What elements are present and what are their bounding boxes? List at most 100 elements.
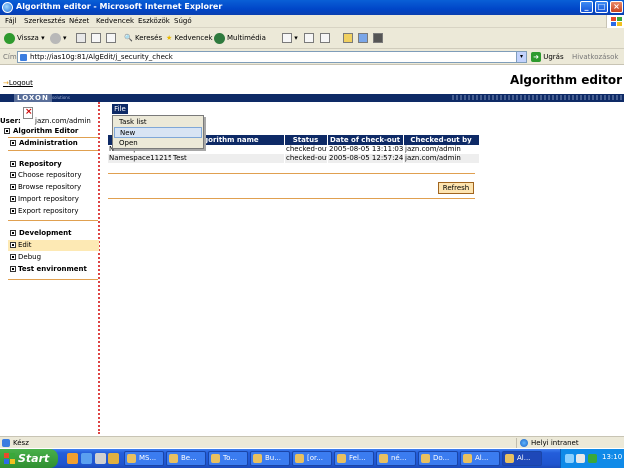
collapse-icon xyxy=(10,161,16,167)
sidebar-item-choose-repository[interactable]: Choose repository xyxy=(8,170,99,181)
forward-arrow-icon xyxy=(50,32,61,44)
search-button[interactable]: 🔍 Keresés xyxy=(124,31,162,46)
stop-button[interactable] xyxy=(76,31,86,46)
tray-network-icon[interactable] xyxy=(565,454,574,463)
maximize-button[interactable]: □ xyxy=(595,1,608,13)
history-button[interactable]: ▾ xyxy=(282,31,298,46)
refresh-page-button[interactable] xyxy=(91,31,101,46)
close-button[interactable]: × xyxy=(610,1,623,13)
mail-button[interactable] xyxy=(304,31,314,46)
quicklaunch-icon[interactable] xyxy=(108,453,119,464)
taskbar-item-active[interactable]: Al... xyxy=(502,451,542,466)
print-button[interactable] xyxy=(320,31,330,46)
sidebar-item-export-repository[interactable]: Export repository xyxy=(8,206,99,217)
sidebar-section-repository[interactable]: Repository xyxy=(10,160,62,168)
go-button[interactable]: ➜ Ugrás xyxy=(531,52,564,62)
menu-file[interactable]: Fájl xyxy=(5,17,17,25)
home-icon xyxy=(106,33,116,43)
menu-view[interactable]: Nézet xyxy=(69,17,89,25)
sidebar-section-development[interactable]: Development xyxy=(10,229,71,237)
menu-item-new[interactable]: New xyxy=(114,127,202,138)
column-divider xyxy=(284,135,285,163)
user-value: jazn.com/admin xyxy=(35,117,91,125)
menu-item-open[interactable]: Open xyxy=(114,138,202,149)
title-bar: Algorithm editor - Microsoft Internet Ex… xyxy=(0,0,624,15)
separator xyxy=(8,279,98,280)
taskbar-item[interactable]: né... xyxy=(376,451,416,466)
go-arrow-icon: ➜ xyxy=(531,52,541,62)
quicklaunch-ie-icon[interactable] xyxy=(81,453,92,464)
taskbar-item[interactable]: To... xyxy=(208,451,248,466)
brand-stripe xyxy=(452,95,622,100)
stop-icon xyxy=(76,33,86,43)
item-bullet-icon xyxy=(10,172,16,178)
back-button[interactable]: Vissza ▾ xyxy=(4,31,45,46)
sidebar-item-test-environment[interactable]: Test environment xyxy=(8,264,99,275)
tray-volume-icon[interactable] xyxy=(576,454,585,463)
item-bullet-icon xyxy=(10,184,16,190)
media-icon xyxy=(214,32,225,44)
taskbar-item[interactable]: MS... xyxy=(124,451,164,466)
address-input[interactable]: http://ias10g:81/AlgEdit/j_security_chec… xyxy=(17,51,527,63)
window-title: Algorithm editor - Microsoft Internet Ex… xyxy=(16,2,223,11)
start-button[interactable]: Start xyxy=(0,449,58,468)
sidebar-item-edit[interactable]: Edit xyxy=(8,240,99,251)
app-section-header[interactable]: Algorithm Editor xyxy=(4,127,78,135)
sidebar: User: jazn.com/admin Algorithm Editor Ad… xyxy=(0,102,100,434)
quicklaunch-desktop-icon[interactable] xyxy=(95,453,106,464)
sidebar-item-import-repository[interactable]: Import repository xyxy=(8,194,99,205)
menu-edit[interactable]: Szerkesztés xyxy=(24,17,65,25)
file-menu-button[interactable]: File xyxy=(112,104,128,114)
cell-checked-out-by: jazn.com/admin xyxy=(405,145,461,153)
taskbar-item[interactable]: Al... xyxy=(460,451,500,466)
menu-tools[interactable]: Eszközök xyxy=(138,17,170,25)
clock: 13:10 xyxy=(602,453,623,461)
address-label: Cím xyxy=(3,53,17,61)
folder-icon xyxy=(343,33,353,43)
media-button[interactable]: Multimédia xyxy=(214,31,266,46)
sidebar-item-debug[interactable]: Debug xyxy=(8,252,99,263)
app-icon xyxy=(505,454,514,463)
refresh-button[interactable]: Refresh xyxy=(438,182,474,194)
research-button[interactable] xyxy=(373,31,383,46)
taskbar-item[interactable]: Fel... xyxy=(334,451,374,466)
favorites-button[interactable]: ★ Kedvencek xyxy=(166,31,213,46)
collapse-icon xyxy=(10,230,16,236)
expand-icon xyxy=(10,140,16,146)
taskbar-item[interactable]: Be... xyxy=(166,451,206,466)
logout-link[interactable]: →Logout xyxy=(3,79,33,87)
refresh-icon xyxy=(91,33,101,43)
taskbar-item[interactable]: [or... xyxy=(292,451,332,466)
mail-icon xyxy=(304,33,314,43)
intranet-globe-icon xyxy=(520,439,528,447)
forward-button[interactable]: ▾ xyxy=(50,31,67,46)
address-dropdown-icon[interactable]: ▾ xyxy=(516,52,526,62)
print-icon xyxy=(320,33,330,43)
app-icon xyxy=(463,454,472,463)
sidebar-item-administration[interactable]: Administration xyxy=(10,139,78,147)
page-icon xyxy=(20,54,27,61)
address-url: http://ias10g:81/AlgEdit/j_security_chec… xyxy=(30,53,173,61)
page-title: Algorithm editor xyxy=(510,73,622,87)
quicklaunch-icon[interactable] xyxy=(67,453,78,464)
item-bullet-icon xyxy=(10,266,16,272)
table-row[interactable]: Namespace11215 Test checked-out 2005-08-… xyxy=(108,154,479,163)
menu-help[interactable]: Súgó xyxy=(174,17,192,25)
content-separator xyxy=(108,173,475,174)
sidebar-item-browse-repository[interactable]: Browse repository xyxy=(8,182,99,193)
menu-favorites[interactable]: Kedvencek xyxy=(96,17,134,25)
tray-antivirus-icon[interactable] xyxy=(588,454,597,463)
links-toolbar[interactable]: Hivatkozások xyxy=(572,53,618,61)
page-done-icon xyxy=(2,439,10,447)
app-icon xyxy=(295,454,304,463)
menu-bar: Fájl Szerkesztés Nézet Kedvencek Eszközö… xyxy=(0,15,624,28)
folder-button[interactable] xyxy=(343,31,353,46)
col-checked-out-by: Checked-out by xyxy=(410,136,472,144)
taskbar-item[interactable]: Do... xyxy=(418,451,458,466)
user-label: User: xyxy=(0,117,21,125)
minimize-button[interactable]: _ xyxy=(580,1,593,13)
home-button[interactable] xyxy=(106,31,116,46)
brand-subtitle: solutions xyxy=(52,95,70,100)
messenger-button[interactable] xyxy=(358,31,368,46)
taskbar-item[interactable]: Bu... xyxy=(250,451,290,466)
